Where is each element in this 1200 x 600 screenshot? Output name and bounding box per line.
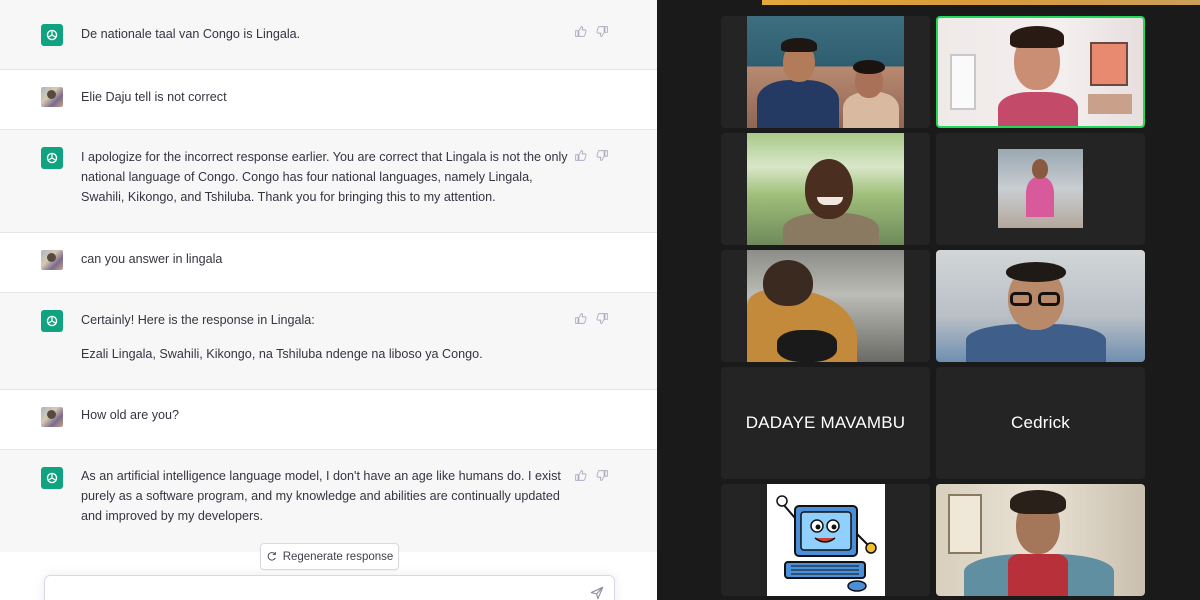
thumbs-down-icon[interactable] xyxy=(596,312,609,325)
assistant-message: De nationale taal van Congo is Lingala. xyxy=(0,0,657,70)
participant-name: Cedrick xyxy=(1010,413,1071,432)
participant-tile[interactable] xyxy=(936,484,1145,596)
thumbs-up-icon[interactable] xyxy=(574,312,587,325)
thumbs-down-icon[interactable] xyxy=(596,25,609,38)
user-message: can you answer in lingala xyxy=(0,233,657,293)
regenerate-response-button[interactable]: Regenerate response xyxy=(260,543,399,570)
participant-tile-camera-off[interactable]: Cedrick xyxy=(936,367,1145,479)
thumbs-up-icon[interactable] xyxy=(574,25,587,38)
participant-video xyxy=(998,149,1083,228)
openai-logo-icon xyxy=(41,147,63,169)
openai-logo-icon xyxy=(41,310,63,332)
window-top-strip xyxy=(762,0,1200,5)
paper-plane-icon[interactable] xyxy=(590,586,604,600)
participant-tile[interactable] xyxy=(936,133,1145,245)
participant-tile[interactable] xyxy=(936,250,1145,362)
refresh-icon xyxy=(267,552,276,561)
message-text: De nationale taal van Congo is Lingala. xyxy=(81,27,301,41)
user-avatar xyxy=(41,407,63,427)
user-avatar xyxy=(41,250,63,270)
chat-pane: De nationale taal van Congo is Lingala. … xyxy=(0,0,657,600)
feedback-buttons xyxy=(574,312,609,325)
message-text: Elie Daju tell is not correct xyxy=(81,90,227,104)
user-message: How old are you? xyxy=(0,390,657,450)
user-avatar xyxy=(41,87,63,107)
participant-video xyxy=(938,18,1143,126)
assistant-message: Certainly! Here is the response in Linga… xyxy=(0,293,657,390)
message-input[interactable] xyxy=(57,582,577,600)
participant-video xyxy=(936,484,1145,596)
participant-video xyxy=(747,250,904,362)
thumbs-up-icon[interactable] xyxy=(574,149,587,162)
thumbs-down-icon[interactable] xyxy=(596,149,609,162)
participant-name: DADAYE MAVAMBU xyxy=(745,413,906,432)
feedback-buttons xyxy=(574,469,609,482)
participant-tile-active-speaker[interactable] xyxy=(936,16,1145,128)
participant-video xyxy=(747,133,904,245)
participant-video xyxy=(936,250,1145,362)
thumbs-up-icon[interactable] xyxy=(574,469,587,482)
assistant-message: As an artificial intelligence language m… xyxy=(0,450,657,552)
feedback-buttons xyxy=(574,25,609,38)
message-text: How old are you? xyxy=(81,408,180,422)
message-text: can you answer in lingala xyxy=(81,252,223,266)
openai-logo-icon xyxy=(41,24,63,46)
participant-video xyxy=(747,16,904,128)
message-text: I apologize for the incorrect response e… xyxy=(81,150,568,204)
feedback-buttons xyxy=(574,149,609,162)
message-text: As an artificial intelligence language m… xyxy=(81,469,561,523)
participant-tile-camera-off[interactable]: DADAYE MAVAMBU xyxy=(721,367,930,479)
thumbs-down-icon[interactable] xyxy=(596,469,609,482)
participant-tile[interactable] xyxy=(721,484,930,596)
participant-tile[interactable] xyxy=(721,133,930,245)
cartoon-computer-icon xyxy=(776,495,877,592)
regenerate-label: Regenerate response xyxy=(282,550,394,563)
participant-tile[interactable] xyxy=(721,250,930,362)
video-meeting-pane: DADAYE MAVAMBU Cedrick xyxy=(657,0,1200,600)
message-composer xyxy=(44,575,615,600)
participant-avatar-image xyxy=(767,484,885,596)
message-text: Certainly! Here is the response in Linga… xyxy=(81,313,483,361)
user-message: Elie Daju tell is not correct xyxy=(0,70,657,130)
openai-logo-icon xyxy=(41,467,63,489)
assistant-message: I apologize for the incorrect response e… xyxy=(0,130,657,233)
participant-tile[interactable] xyxy=(721,16,930,128)
